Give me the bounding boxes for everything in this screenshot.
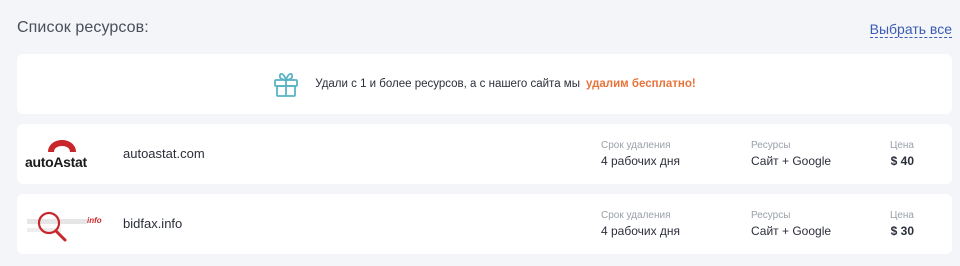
autoastat-logo-text: autoAstat: [25, 154, 87, 170]
resources-label: Ресурсы: [751, 140, 791, 151]
price-value: $ 40: [890, 154, 914, 168]
bidfax-logo: info: [25, 202, 105, 246]
autoastat-logo: autoAstat: [25, 132, 105, 176]
resources-value: Сайт + Google: [751, 224, 832, 238]
gift-icon: [273, 70, 299, 98]
resource-list-title: Список ресурсов:: [17, 19, 149, 36]
price-label: Цена: [889, 140, 914, 151]
price-label: Цена: [889, 210, 914, 221]
resource-row[interactable]: autoAstat autoastat.com Срок удаления 4 …: [17, 124, 952, 184]
time-label: Срок удаления: [601, 140, 671, 151]
bidfax-logo-text: info: [87, 216, 102, 225]
time-value: 4 рабочих дня: [601, 154, 681, 168]
resources-value: Сайт + Google: [751, 154, 832, 168]
select-all-link[interactable]: Выбрать все: [869, 21, 952, 38]
time-value: 4 рабочих дня: [601, 224, 681, 238]
price-value: $ 30: [890, 224, 914, 238]
resource-domain: bidfax.info: [123, 216, 183, 231]
resources-label: Ресурсы: [751, 210, 791, 221]
promo-text: Удали с 1 и более ресурсов, а с нашего с…: [315, 78, 580, 90]
promo-highlight: удалим бесплатно!: [585, 78, 696, 90]
time-label: Срок удаления: [601, 210, 671, 221]
resource-row[interactable]: info bidfax.info Срок удаления 4 рабочих…: [17, 194, 952, 254]
promo-banner: Удали с 1 и более ресурсов, а с нашего с…: [17, 54, 952, 114]
resource-domain: autoastat.com: [123, 146, 205, 161]
